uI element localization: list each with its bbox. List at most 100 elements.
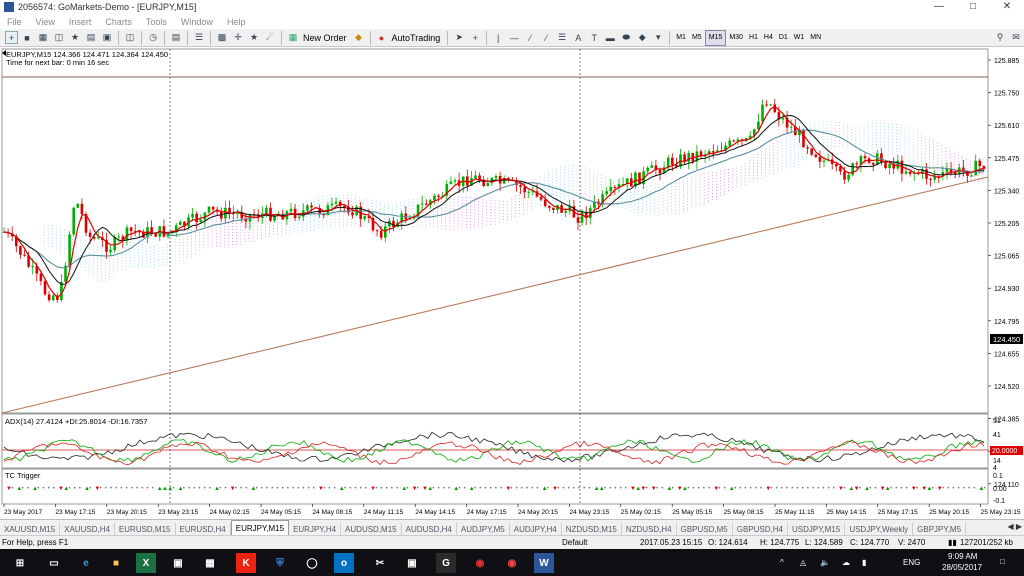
search-icon[interactable]: ⚲ <box>993 31 1007 45</box>
volume-icon[interactable]: 🔈 <box>820 558 830 567</box>
candle-body <box>379 230 383 238</box>
menu-insert[interactable]: Insert <box>62 17 99 27</box>
indicators-list-icon[interactable]: ☰ <box>192 31 206 45</box>
clock-time[interactable]: 9:09 AM <box>948 552 977 561</box>
timeframe-m5[interactable]: M5 <box>689 31 705 45</box>
label-tool-icon[interactable]: T <box>587 31 601 45</box>
auto-trading-button[interactable]: AutoTrading <box>392 33 441 43</box>
excel-icon[interactable]: X <box>136 553 156 573</box>
kaspersky-icon[interactable]: K <box>236 553 256 573</box>
windows-start-icon[interactable]: ⊞ <box>10 553 30 573</box>
menu-view[interactable]: View <box>29 17 62 27</box>
period-clock-icon[interactable]: ◷ <box>146 31 160 45</box>
zoom-out-icon[interactable]: ☄ <box>263 31 277 45</box>
menu-window[interactable]: Window <box>174 17 220 27</box>
candle-body <box>765 104 768 106</box>
action-center-icon[interactable]: □ <box>1000 557 1005 566</box>
toolbar-divider <box>164 30 165 45</box>
tc-signal-mark: • <box>791 486 793 492</box>
chrome-icon[interactable]: ◉ <box>502 553 522 573</box>
timeframe-h1[interactable]: H1 <box>746 31 761 45</box>
toolbar-divider <box>669 30 671 45</box>
language-indicator[interactable]: ENG <box>903 558 920 567</box>
crosshair-icon[interactable]: ✛ <box>231 31 245 45</box>
price-tick-label: 125.205 <box>994 221 1019 228</box>
tester-icon[interactable]: ▣ <box>100 31 114 45</box>
crosshair-tool-icon[interactable]: + <box>468 31 482 45</box>
timeframe-mn[interactable]: MN <box>807 31 824 45</box>
app-icon-generic[interactable]: ◯ <box>302 553 322 573</box>
trading-app-icon[interactable]: ◉ <box>470 553 490 573</box>
photos-icon[interactable]: ▣ <box>402 553 422 573</box>
new-order-icon[interactable]: ▦ <box>286 31 300 45</box>
calculator-icon[interactable]: ▦ <box>200 553 220 573</box>
arrows-icon[interactable]: ◆ <box>635 31 649 45</box>
navigator-icon[interactable]: ★ <box>68 31 82 45</box>
chart-new-window-icon[interactable]: ◫ <box>123 31 137 45</box>
close-icon[interactable]: ✕ <box>990 0 1024 14</box>
clock-date[interactable]: 28/05/2017 <box>942 563 982 572</box>
battery-icon[interactable]: ▮ <box>862 558 866 567</box>
tc-signal-mark: • <box>261 486 263 492</box>
new-order-button[interactable]: New Order <box>303 33 347 43</box>
new-chart-icon[interactable]: + <box>5 31 18 44</box>
tab-eurjpy-m15[interactable]: EURJPY,M15 <box>230 520 290 536</box>
tc-signal-mark: • <box>661 486 663 492</box>
terminal-icon[interactable]: ▤ <box>84 31 98 45</box>
price-chart[interactable]: EURJPY,M15 124.366 124.471 124.364 124.4… <box>0 47 1024 519</box>
menu-tools[interactable]: Tools <box>139 17 174 27</box>
timeframe-m30[interactable]: M30 <box>726 31 746 45</box>
minimize-icon[interactable]: — <box>922 0 956 14</box>
candle-body <box>609 186 613 192</box>
outlook-icon[interactable]: o <box>334 553 354 573</box>
auto-trading-icon[interactable]: ● <box>375 31 389 45</box>
menu-help[interactable]: Help <box>220 17 253 27</box>
trendline-icon[interactable]: ∕ <box>523 31 537 45</box>
tab-scroll-arrows-icon[interactable]: ◀ ▶ <box>1007 522 1022 531</box>
tray-expand-icon[interactable]: ^ <box>780 558 784 567</box>
candle-body <box>884 161 887 169</box>
timeframe-w1[interactable]: W1 <box>791 31 808 45</box>
timeframe-h4[interactable]: H4 <box>761 31 776 45</box>
menu-file[interactable]: File <box>0 17 29 27</box>
task-view-icon[interactable]: ▭ <box>44 553 64 573</box>
menu-charts[interactable]: Charts <box>98 17 139 27</box>
candle-body <box>191 213 194 218</box>
onedrive-icon[interactable]: ☁ <box>842 558 850 567</box>
zoom-in-icon[interactable]: ★ <box>247 31 261 45</box>
defender-icon[interactable]: ⛨ <box>270 553 290 573</box>
candle-body <box>974 160 977 176</box>
candle-body <box>392 220 395 227</box>
timeframe-m1[interactable]: M1 <box>673 31 689 45</box>
ellipse-icon[interactable]: ⬬ <box>619 31 633 45</box>
tc-signal-mark: • <box>188 486 190 492</box>
candle-body <box>420 203 424 205</box>
cursor-icon[interactable]: ➤ <box>452 31 466 45</box>
vertical-line-icon[interactable]: | <box>491 31 505 45</box>
file-explorer-icon[interactable]: ■ <box>106 553 126 573</box>
metatrader-icon[interactable]: G <box>436 553 456 573</box>
chat-icon[interactable]: ✉ <box>1009 31 1023 45</box>
store-icon[interactable]: ▣ <box>168 553 188 573</box>
templates-icon[interactable]: ▤ <box>169 31 183 45</box>
time-tick-label: 23 May 23:15 <box>158 509 198 516</box>
expert-icon[interactable]: ◆ <box>352 31 366 45</box>
charts-bar-icon[interactable]: ▩ <box>215 31 229 45</box>
edge-icon[interactable]: e <box>76 553 96 573</box>
market-watch-icon[interactable]: ▦ <box>36 31 50 45</box>
data-window-icon[interactable]: ◫ <box>52 31 66 45</box>
fibonacci-icon[interactable]: ☰ <box>555 31 569 45</box>
more-tools-icon[interactable]: ▾ <box>651 31 665 45</box>
profiles-icon[interactable]: ■ <box>20 31 34 45</box>
rectangle-icon[interactable]: ▬ <box>603 31 617 45</box>
network-icon[interactable]: ◬ <box>800 558 806 567</box>
candle-body <box>835 164 838 167</box>
screenshot-tool-icon[interactable]: ✂ <box>370 553 390 573</box>
horizontal-line-icon[interactable]: — <box>507 31 521 45</box>
text-tool-icon[interactable]: A <box>571 31 585 45</box>
maximize-icon[interactable]: □ <box>956 0 990 14</box>
channel-icon[interactable]: ∕ <box>539 31 553 45</box>
timeframe-m15[interactable]: M15 <box>704 29 727 46</box>
word-icon[interactable]: W <box>534 553 554 573</box>
timeframe-d1[interactable]: D1 <box>776 31 791 45</box>
